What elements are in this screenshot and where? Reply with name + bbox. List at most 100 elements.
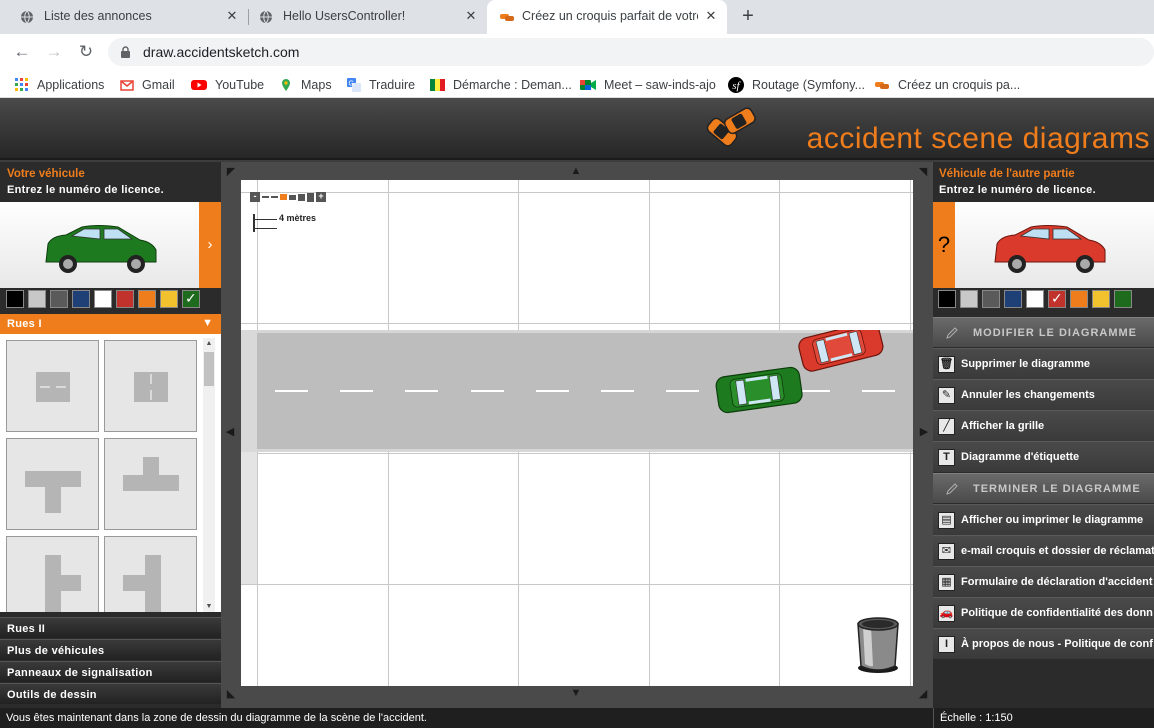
green-car-topdown[interactable]: [715, 366, 803, 414]
category-drawing-tools[interactable]: Outils de dessin: [0, 683, 221, 704]
address-bar[interactable]: draw.accidentsketch.com: [108, 38, 1154, 66]
bookmark-accidentsketch[interactable]: Créez un croquis pa...: [874, 76, 1020, 94]
color-swatch[interactable]: [1092, 290, 1110, 308]
pan-up-arrow-icon[interactable]: ▲: [570, 165, 582, 177]
reload-icon[interactable]: ↻: [76, 42, 96, 62]
zoom-level[interactable]: [289, 194, 296, 200]
pan-right-arrow-icon[interactable]: ▶: [918, 426, 930, 438]
color-swatch[interactable]: [6, 290, 24, 308]
tiles-scrollbar[interactable]: ▲ ▼: [203, 338, 215, 612]
bookmark-gmail[interactable]: Gmail: [120, 76, 175, 94]
color-swatch[interactable]: [72, 290, 90, 308]
finish-action-3[interactable]: 🚗 Politique de confidentialité des donn: [933, 597, 1154, 628]
forward-arrow-icon[interactable]: →: [44, 42, 64, 62]
modify-action-3[interactable]: T Diagramme d'étiquette: [933, 441, 1154, 472]
tile-straight-road-vertical[interactable]: [104, 340, 197, 432]
grid-line: [241, 192, 913, 193]
trash-can-icon[interactable]: [853, 614, 903, 674]
finish-action-2[interactable]: ▦ Formulaire de déclaration d'accident: [933, 566, 1154, 597]
tab-label: Liste des annonces: [44, 9, 152, 23]
color-swatch[interactable]: [28, 290, 46, 308]
license-number-prompt[interactable]: Entrez le numéro de licence.: [7, 184, 164, 196]
bookmark-meet[interactable]: Meet – saw-inds-ajo: [580, 76, 716, 94]
finish-action-4[interactable]: I À propos de nous - Politique de conf: [933, 628, 1154, 659]
bookmark-maps[interactable]: Maps: [279, 76, 332, 94]
new-tab-button[interactable]: +: [738, 6, 758, 26]
tile-t-junction-left[interactable]: [104, 536, 197, 612]
color-swatch[interactable]: [1114, 290, 1132, 308]
bookmark-youtube[interactable]: YouTube: [191, 76, 264, 94]
scroll-thumb[interactable]: [204, 352, 214, 386]
color-swatch[interactable]: [94, 290, 112, 308]
close-icon[interactable]: ✕: [703, 8, 719, 24]
color-swatch[interactable]: [50, 290, 68, 308]
color-swatch[interactable]: [938, 290, 956, 308]
browser-tab-active[interactable]: Créez un croquis parfait de votre ✕: [487, 0, 727, 34]
other-vehicle-toggle[interactable]: ?: [933, 202, 955, 288]
pencil-icon: [946, 327, 958, 339]
translate-icon: G: [347, 78, 361, 92]
color-swatch[interactable]: [116, 290, 134, 308]
category-road-signs[interactable]: Panneaux de signalisation: [0, 661, 221, 682]
bookmark-symfony[interactable]: sf Routage (Symfony...: [728, 76, 865, 94]
your-vehicle-preview[interactable]: [0, 202, 199, 288]
zoom-level-active[interactable]: [280, 194, 287, 200]
finish-action-0[interactable]: ▤ Afficher ou imprimer le diagramme: [933, 504, 1154, 535]
finish-action-1[interactable]: ✉ e-mail croquis et dossier de réclamat: [933, 535, 1154, 566]
meet-icon: [580, 80, 596, 90]
color-swatch[interactable]: [1048, 290, 1066, 308]
zoom-in-button[interactable]: +: [316, 192, 326, 202]
category-more-vehicles[interactable]: Plus de véhicules: [0, 639, 221, 660]
bookmark-translate[interactable]: G Traduire: [347, 76, 415, 94]
pan-up-left-arrow-icon[interactable]: ◤: [225, 166, 237, 178]
bookmark-demarche[interactable]: Démarche : Deman...: [430, 76, 572, 94]
scroll-down-icon[interactable]: ▼: [203, 603, 215, 610]
other-vehicle-preview[interactable]: [955, 202, 1154, 288]
category-label: Panneaux de signalisation: [7, 667, 153, 679]
zoom-level[interactable]: [271, 196, 278, 198]
scale-label: 4 mètres: [279, 213, 317, 223]
tile-straight-road-horizontal[interactable]: [6, 340, 99, 432]
pan-down-left-arrow-icon[interactable]: ◣: [225, 688, 237, 700]
zoom-level[interactable]: [262, 196, 269, 198]
close-icon[interactable]: ✕: [463, 8, 479, 24]
bookmark-label: YouTube: [215, 78, 265, 92]
back-arrow-icon[interactable]: ←: [12, 42, 32, 62]
bookmark-label: Meet – saw-inds-ajo: [604, 78, 716, 92]
pan-down-right-arrow-icon[interactable]: ◢: [917, 688, 929, 700]
modify-action-1[interactable]: ✎ Annuler les changements: [933, 379, 1154, 410]
diagram-canvas[interactable]: - + 4 mètres: [241, 180, 913, 686]
color-swatch[interactable]: [1004, 290, 1022, 308]
license-number-prompt[interactable]: Entrez le numéro de licence.: [939, 184, 1096, 196]
color-swatch[interactable]: [960, 290, 978, 308]
color-swatch[interactable]: [982, 290, 1000, 308]
bookmark-label: Maps: [301, 78, 332, 92]
zoom-out-button[interactable]: -: [250, 192, 260, 202]
category-streets-1[interactable]: Rues I ▼: [0, 314, 221, 334]
tile-t-junction-right[interactable]: [6, 536, 99, 612]
pan-left-arrow-icon[interactable]: ◀: [224, 426, 236, 438]
scroll-up-icon[interactable]: ▲: [203, 340, 215, 347]
color-swatch[interactable]: [1026, 290, 1044, 308]
color-swatch[interactable]: [138, 290, 156, 308]
zoom-level[interactable]: [307, 192, 314, 202]
color-swatch[interactable]: [182, 290, 200, 308]
tile-t-junction-up[interactable]: [104, 438, 197, 530]
color-swatch[interactable]: [1070, 290, 1088, 308]
modify-action-0[interactable]: 🗑 Supprimer le diagramme: [933, 348, 1154, 379]
close-icon[interactable]: ✕: [224, 8, 240, 24]
road-edge: [241, 452, 257, 584]
modify-action-2[interactable]: ╱ Afficher la grille: [933, 410, 1154, 441]
browser-tab-2[interactable]: Hello UsersController! ✕: [239, 0, 487, 34]
color-swatch[interactable]: [160, 290, 178, 308]
browser-tab-1[interactable]: Liste des annonces ✕: [0, 0, 248, 34]
section-title: MODIFIER LE DIAGRAMME: [973, 327, 1137, 339]
pan-down-arrow-icon[interactable]: ▼: [570, 687, 582, 699]
tile-t-junction-down[interactable]: [6, 438, 99, 530]
bookmark-applications[interactable]: Applications: [15, 76, 104, 94]
red-car-topdown[interactable]: [797, 330, 885, 373]
pan-up-right-arrow-icon[interactable]: ◥: [917, 166, 929, 178]
expand-vehicle-button[interactable]: ›: [199, 202, 221, 288]
category-streets-2[interactable]: Rues II: [0, 617, 221, 638]
zoom-level[interactable]: [298, 193, 305, 201]
